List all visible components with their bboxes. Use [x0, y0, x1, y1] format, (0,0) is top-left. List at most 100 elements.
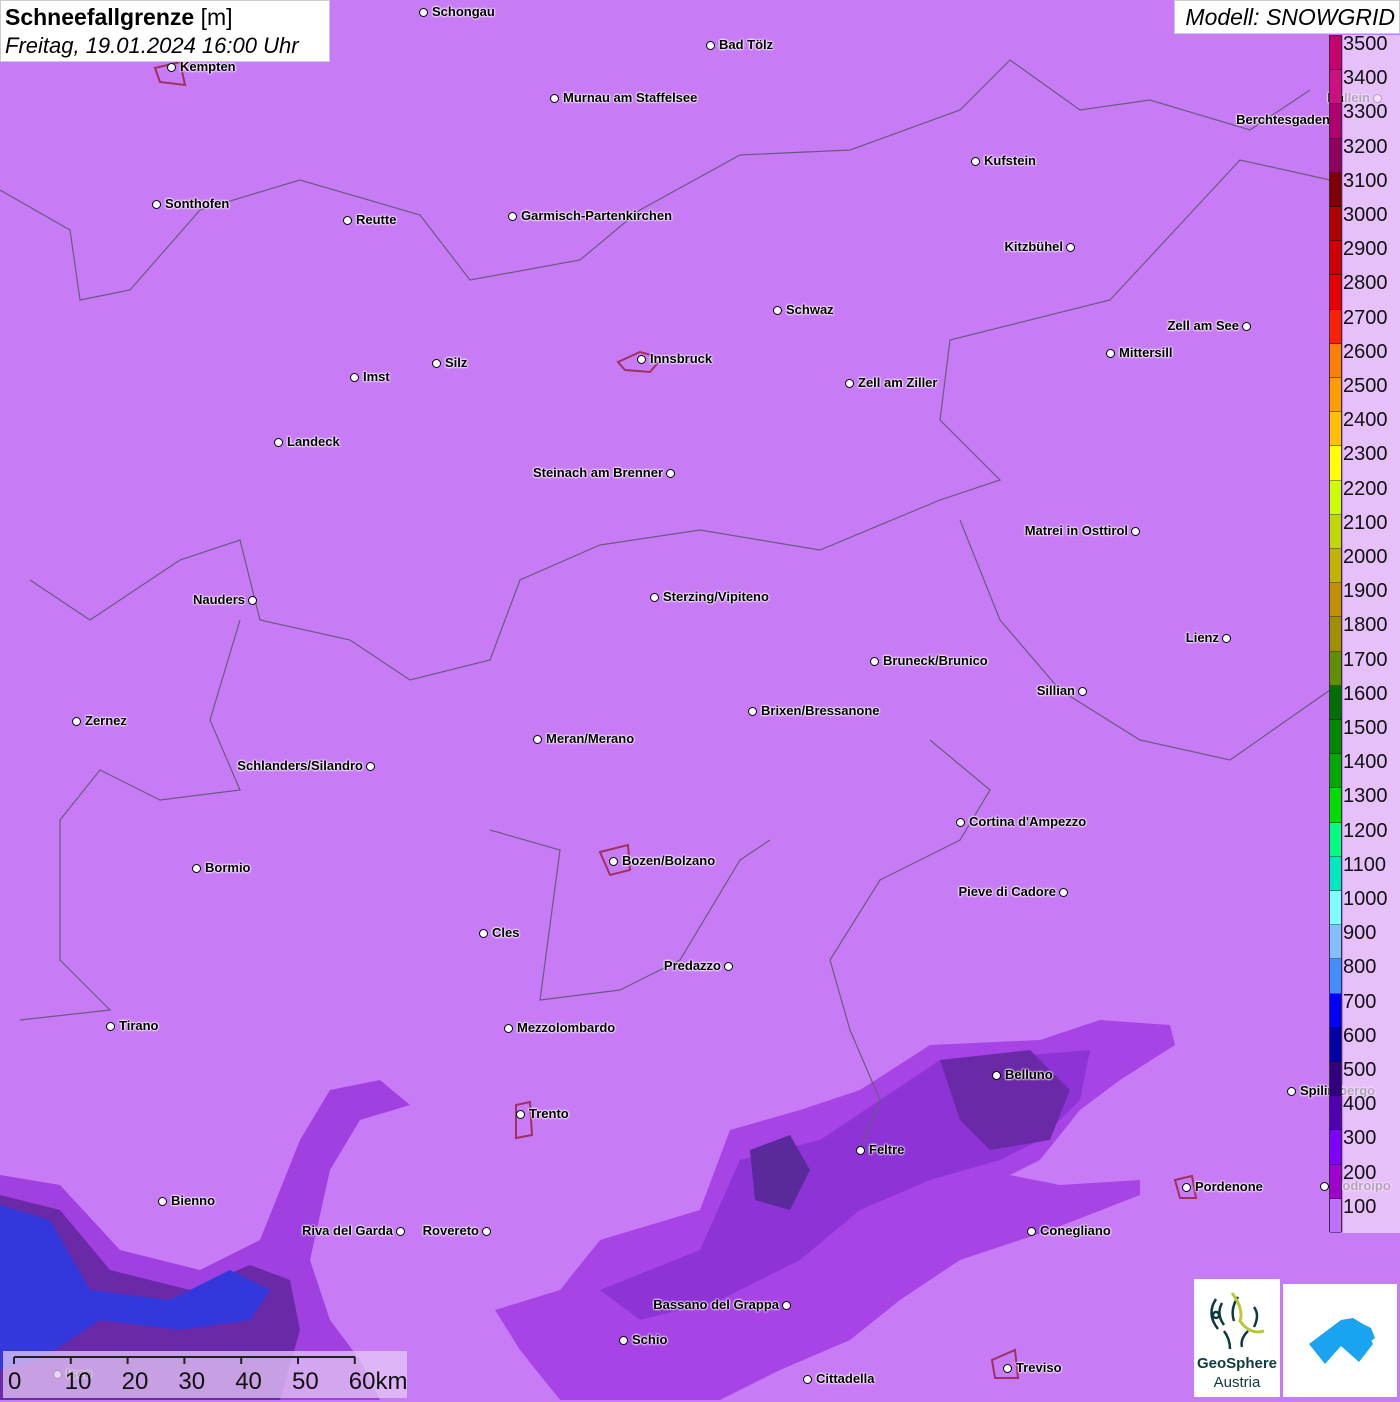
legend-label: 3200: [1343, 135, 1388, 158]
city-label: Predazzo: [663, 958, 721, 973]
city-marker-icon: [1287, 1087, 1296, 1096]
city-marker-icon: [1059, 888, 1068, 897]
legend-colorbar: [1329, 35, 1342, 1233]
city-marker-icon: [508, 212, 517, 221]
map-title: Schneefallgrenze: [5, 4, 195, 30]
legend-band-1200: [1330, 822, 1341, 857]
legend-label: 3500: [1343, 33, 1388, 55]
city-marker-icon: [350, 373, 359, 382]
city-label: Pieve di Cadore: [958, 884, 1056, 899]
legend-label: 2300: [1343, 443, 1388, 466]
city-marker-icon: [856, 1146, 865, 1155]
legend-band-2800: [1330, 275, 1341, 310]
city-marker-icon: [637, 355, 646, 364]
city-marker-icon: [1027, 1227, 1036, 1236]
city-label: Reutte: [356, 212, 397, 227]
legend-label: 3100: [1343, 169, 1388, 192]
city-marker-icon: [504, 1024, 513, 1033]
legend-label: 3400: [1343, 67, 1388, 90]
city-marker-icon: [845, 379, 854, 388]
legend-label: 2700: [1343, 306, 1388, 329]
city-label: Steinach am Brenner: [532, 465, 663, 480]
city-label: Schlanders/Silandro: [237, 758, 363, 773]
legend-label: 1600: [1343, 682, 1388, 705]
legend-band-3200: [1330, 138, 1341, 173]
city-label: Trento: [529, 1106, 569, 1121]
legend-band-2600: [1330, 343, 1341, 378]
city-marker-icon: [167, 63, 176, 72]
city-label: Kufstein: [984, 153, 1036, 168]
legend-label: 2900: [1343, 238, 1388, 261]
city-label: Kitzbühel: [1004, 239, 1064, 254]
city-label: Riva del Garda: [301, 1223, 393, 1238]
city-label: Zell am See: [1167, 318, 1239, 333]
legend-label: 2200: [1343, 477, 1388, 500]
legend-band-600: [1330, 1027, 1341, 1062]
legend-label: 1400: [1343, 751, 1388, 774]
legend-band-2500: [1330, 378, 1341, 413]
city-marker-icon: [419, 8, 428, 17]
map-datetime: Freitag, 19.01.2024 16:00 Uhr: [5, 33, 299, 58]
city-marker-icon: [192, 864, 201, 873]
legend-band-1500: [1330, 720, 1341, 755]
city-marker-icon: [72, 717, 81, 726]
city-marker-icon: [1182, 1183, 1191, 1192]
legend-band-100: [1330, 1198, 1341, 1233]
city-label: Feltre: [869, 1142, 905, 1157]
city-marker-icon: [152, 200, 161, 209]
city-marker-icon: [482, 1227, 491, 1236]
legend-band-2700: [1330, 309, 1341, 344]
city-marker-icon: [1242, 322, 1251, 331]
legend-band-400: [1330, 1096, 1341, 1131]
snowgrid-mountain-icon: [1309, 1318, 1375, 1364]
city-label: Murnau am Staffelsee: [563, 90, 698, 105]
legend-label: 2800: [1343, 272, 1388, 295]
city-marker-icon: [1222, 634, 1231, 643]
legend-label: 1300: [1343, 785, 1388, 808]
city-label: Bad Tölz: [719, 37, 774, 52]
city-label: Imst: [363, 369, 390, 384]
city-label: Lienz: [1185, 630, 1219, 645]
city-label: Sillian: [1036, 683, 1075, 698]
model-label: Modell: SNOWGRID: [1174, 0, 1400, 34]
city-marker-icon: [550, 94, 559, 103]
legend-band-3000: [1330, 207, 1341, 242]
legend-label: 1900: [1343, 580, 1388, 603]
city-marker-icon: [1131, 527, 1140, 536]
legend-band-1400: [1330, 754, 1341, 789]
legend-band-1700: [1330, 651, 1341, 686]
city-marker-icon: [870, 657, 879, 666]
city-label: Innsbruck: [650, 351, 713, 366]
legend-band-300: [1330, 1130, 1341, 1165]
city-marker-icon: [248, 596, 257, 605]
city-label: Silz: [445, 355, 468, 370]
city-label: Treviso: [1016, 1360, 1062, 1375]
legend-band-3400: [1330, 70, 1341, 105]
legend-label: 2000: [1343, 546, 1388, 568]
city-label: Cittadella: [816, 1371, 875, 1386]
legend-label: 3300: [1343, 101, 1388, 124]
city-marker-icon: [773, 306, 782, 315]
city-label: Matrei in Osttirol: [1024, 523, 1128, 538]
city-marker-icon: [1078, 687, 1087, 696]
legend-label: 2500: [1343, 375, 1388, 397]
city-marker-icon: [803, 1375, 812, 1384]
city-marker-icon: [956, 818, 965, 827]
city-marker-icon: [158, 1197, 167, 1206]
legend-label: 2100: [1343, 511, 1388, 534]
city-label: Belluno: [1005, 1067, 1053, 1082]
city-marker-icon: [1106, 349, 1115, 358]
legend-band-500: [1330, 1062, 1341, 1097]
city-marker-icon: [432, 359, 441, 368]
city-label: Bormio: [205, 860, 251, 875]
legend-label: 900: [1343, 922, 1377, 945]
legend-label: 1200: [1343, 819, 1388, 842]
city-label: Schwaz: [786, 302, 834, 317]
city-label: Bienno: [171, 1193, 216, 1208]
city-label: Bozen/Bolzano: [622, 853, 716, 868]
legend-label: 300: [1343, 1127, 1377, 1150]
scale-label: 30: [178, 1368, 206, 1395]
city-label: Cortina d'Ampezzo: [969, 814, 1087, 829]
city-label: Schio: [632, 1332, 668, 1347]
city-marker-icon: [533, 735, 542, 744]
